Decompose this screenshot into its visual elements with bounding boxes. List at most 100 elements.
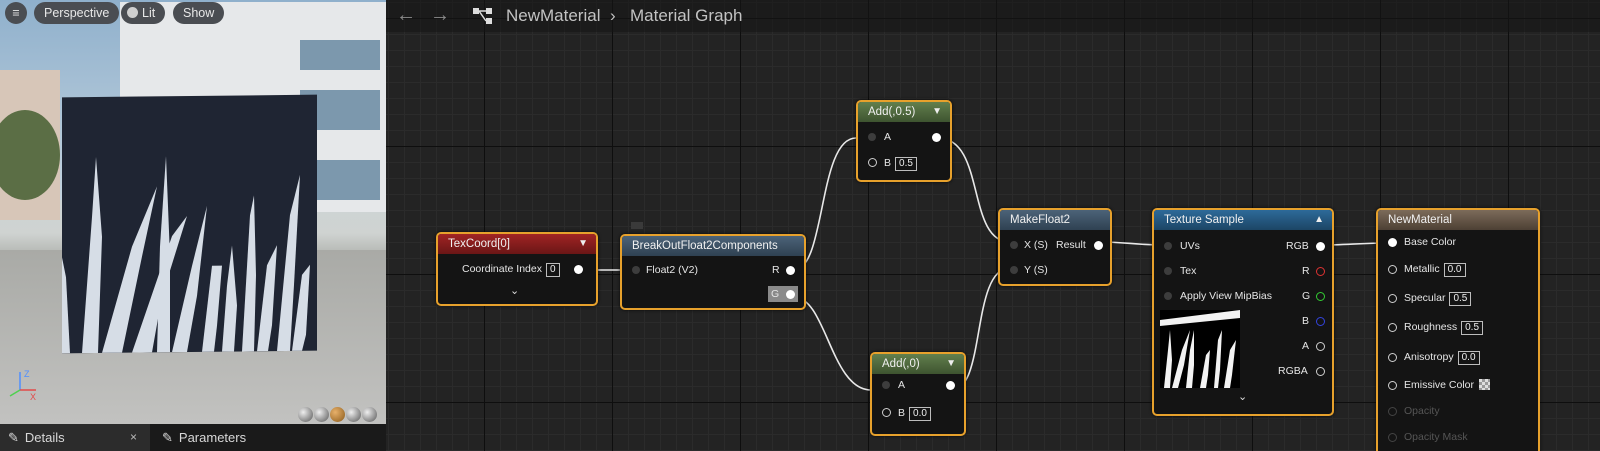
material-input-value[interactable]: 0.0 (1457, 351, 1480, 365)
emissive-color-swatch[interactable] (1479, 379, 1491, 390)
uvs-input-pin[interactable] (1164, 242, 1172, 250)
material-node-title: NewMaterial (1388, 214, 1452, 226)
rgb-output-pin[interactable] (1316, 242, 1325, 251)
float2-input-pin[interactable] (632, 266, 640, 274)
material-input-label: Specular (1404, 292, 1446, 304)
coordinate-index-param: Coordinate Index 0 (462, 262, 560, 277)
close-icon[interactable]: × (130, 424, 137, 451)
texcoord-node[interactable]: TexCoord[0] ▼ Coordinate Index 0 ⌄ (436, 232, 598, 306)
expand-chevron-icon[interactable]: ⌄ (1238, 390, 1247, 403)
material-input-value[interactable]: 0.0 (1443, 263, 1466, 277)
result-output-pin[interactable] (1094, 241, 1103, 250)
g-output-label: G (771, 288, 780, 300)
material-input-label: Roughness (1404, 321, 1458, 333)
add-top-b-value[interactable]: 0.5 (895, 157, 917, 171)
material-node-header: NewMaterial (1378, 210, 1538, 230)
building-window (300, 40, 380, 70)
hamburger-icon: ≡ (12, 6, 20, 20)
tex-input-label: Tex (1180, 265, 1197, 277)
makefloat2-node-title: MakeFloat2 (1010, 214, 1071, 226)
cylinder-preview-icon[interactable] (298, 407, 313, 422)
makefloat2-node[interactable]: MakeFloat2 X (S) Result Y (S) (998, 208, 1112, 286)
plane-preview-icon[interactable] (330, 407, 345, 422)
material-input-pin[interactable] (1388, 238, 1397, 247)
texture-thumbnail (1160, 310, 1240, 388)
add-bottom-node-header: Add(,0) ▼ (872, 354, 964, 374)
tex-input-pin[interactable] (1164, 267, 1172, 275)
material-input-pin[interactable] (1388, 294, 1397, 303)
panel-tab-bar: ✎ Details × ✎ Parameters (0, 424, 386, 451)
tab-details-label: Details (24, 430, 65, 445)
add-top-node[interactable]: Add(,0.5) ▼ A B 0.5 (856, 100, 952, 182)
material-result-node[interactable]: NewMaterial Base Color Metallic 0.0 Specula… (1376, 208, 1540, 451)
add-bottom-b-value[interactable]: 0.0 (909, 407, 931, 421)
material-input-pin[interactable] (1388, 381, 1397, 390)
material-input-label: Emissive Color (1404, 379, 1475, 391)
chevron-down-icon[interactable]: ▼ (578, 234, 588, 254)
cube-preview-icon[interactable] (346, 407, 361, 422)
forward-arrow-icon[interactable]: → (430, 4, 450, 27)
material-input-row: Opacity Mask (1404, 430, 1468, 444)
perspective-button[interactable]: Perspective (34, 2, 120, 24)
material-input-label: Opacity Mask (1404, 431, 1468, 443)
b-output-label: B (1302, 315, 1310, 327)
material-graph-canvas[interactable]: TexCoord[0] ▼ Coordinate Index 0 ⌄ BreakO… (386, 0, 1600, 451)
expand-chevron-icon[interactable]: ⌄ (510, 284, 519, 297)
b-output-pin[interactable] (1316, 317, 1325, 326)
breadcrumb-material-name[interactable]: NewMaterial (506, 6, 600, 26)
a-output-pin[interactable] (1316, 342, 1325, 351)
add-bottom-b-pin[interactable] (882, 408, 891, 417)
material-input-pin[interactable] (1388, 353, 1397, 362)
r-output-pin[interactable] (1316, 267, 1325, 276)
axis-z-label: Z (24, 369, 30, 379)
material-input-row: Base Color (1404, 235, 1456, 249)
chevron-up-icon[interactable]: ▲ (1314, 210, 1324, 230)
tab-parameters[interactable]: ✎ Parameters (154, 424, 304, 451)
viewport-menu-button[interactable]: ≡ (5, 2, 27, 24)
material-preview-viewport[interactable]: ≡ Perspective Lit Show Z X (0, 0, 386, 424)
chevron-down-icon[interactable]: ▼ (932, 102, 942, 122)
material-input-label: Anisotropy (1404, 351, 1454, 363)
show-button[interactable]: Show (173, 2, 225, 24)
breadcrumb-graph-name: Material Graph (630, 6, 743, 25)
r-output-pin[interactable] (786, 266, 795, 275)
material-input-pin[interactable] (1388, 323, 1397, 332)
rgba-output-pin[interactable] (1316, 367, 1325, 376)
texcoord-output-pin[interactable] (574, 265, 583, 274)
add-top-a-pin[interactable] (868, 133, 876, 141)
teapot-preview-icon[interactable] (362, 407, 377, 422)
rgb-output-label: RGB (1286, 240, 1309, 252)
add-bottom-node[interactable]: Add(,0) ▼ A B 0.0 (870, 352, 966, 436)
sphere-preview-icon[interactable] (314, 407, 329, 422)
material-input-pin[interactable] (1388, 265, 1397, 274)
add-bottom-a-pin[interactable] (882, 381, 890, 389)
material-input-pin[interactable] (1388, 407, 1397, 416)
x-input-pin[interactable] (1010, 241, 1018, 249)
y-input-pin[interactable] (1010, 266, 1018, 274)
breakout-float2-node[interactable]: BreakOutFloat2Components Float2 (V2) R G (620, 234, 806, 310)
a-output-label: A (1302, 340, 1310, 352)
add-bottom-output-pin[interactable] (946, 381, 955, 390)
back-arrow-icon[interactable]: ← (396, 4, 416, 27)
tab-details[interactable]: ✎ Details × (0, 424, 150, 451)
axis-x-label: X (30, 392, 36, 402)
g-output-pin[interactable] (786, 290, 795, 299)
x-input-label: X (S) (1024, 239, 1048, 251)
r-output-label: R (1302, 265, 1310, 277)
coordinate-index-value[interactable]: 0 (545, 263, 560, 277)
add-top-output-pin[interactable] (932, 133, 941, 142)
add-top-b-pin[interactable] (868, 158, 877, 167)
material-input-value[interactable]: 0.5 (1461, 321, 1484, 335)
material-input-pin[interactable] (1388, 433, 1397, 442)
lit-button[interactable]: Lit (121, 2, 166, 24)
material-input-value[interactable]: 0.5 (1449, 292, 1472, 306)
g-output-pin[interactable] (1316, 292, 1325, 301)
chevron-down-icon[interactable]: ▼ (946, 354, 956, 374)
mipbias-input-pin[interactable] (1164, 292, 1172, 300)
add-bottom-node-title: Add(,0) (882, 358, 920, 370)
breadcrumb-separator: › (610, 6, 616, 25)
pencil-icon: ✎ (162, 430, 173, 445)
texture-sample-node[interactable]: Texture Sample ▲ UVs RGB Tex R Apply Vie… (1152, 208, 1334, 416)
preview-shape-buttons (298, 407, 378, 423)
coordinate-index-label: Coordinate Index (462, 263, 542, 275)
